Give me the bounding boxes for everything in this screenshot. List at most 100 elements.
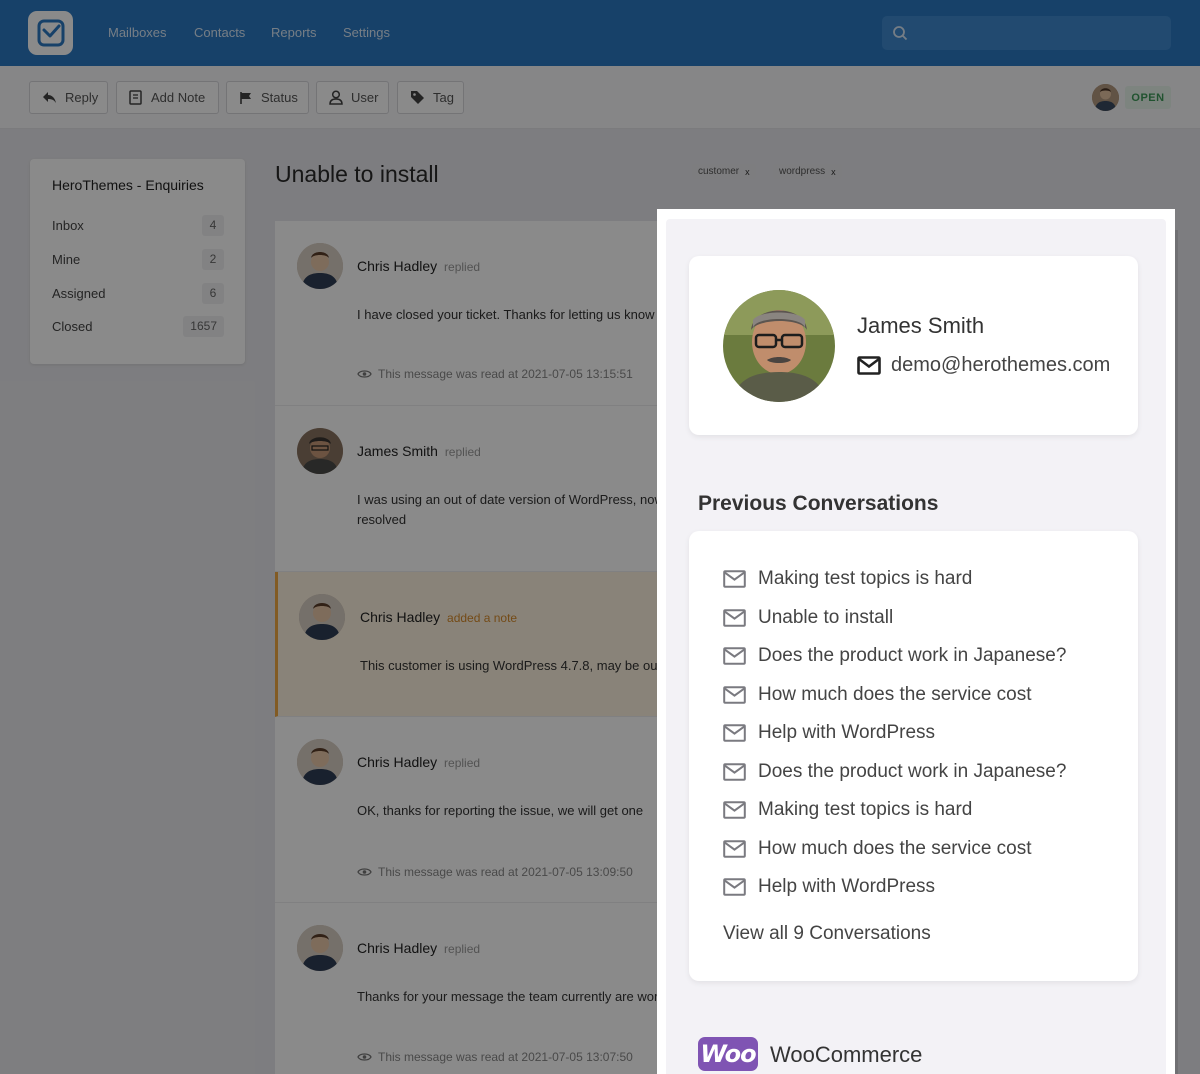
conversation-subject: How much does the service cost — [758, 683, 1032, 705]
sidebar-item-inbox[interactable]: Inbox 4 — [52, 214, 224, 236]
message-author: Chris Hadley added a note — [360, 609, 517, 625]
envelope-icon — [723, 801, 746, 819]
envelope-icon — [723, 647, 746, 665]
user-label: User — [351, 90, 379, 105]
folder-count: 2 — [202, 248, 224, 270]
user-icon — [329, 90, 343, 105]
folder-label: Closed — [52, 318, 93, 334]
author-name: Chris Hadley — [357, 754, 438, 770]
author-name: Chris Hadley — [360, 609, 441, 625]
author-name: Chris Hadley — [357, 940, 438, 956]
body-line: I was using an out of date version of Wo… — [357, 492, 664, 507]
message-action: replied — [444, 942, 481, 956]
folder-count: 1657 — [183, 315, 224, 337]
status-button[interactable]: Status — [226, 81, 309, 114]
customer-card: James Smith demo@herothemes.com — [689, 256, 1138, 435]
mailbox-sidebar: HeroThemes - Enquiries Inbox 4 Mine 2 As… — [30, 159, 245, 364]
nav-settings[interactable]: Settings — [343, 25, 390, 40]
app-logo-icon[interactable] — [28, 11, 73, 55]
nav-reports[interactable]: Reports — [271, 25, 317, 40]
envelope-icon — [723, 762, 746, 781]
reply-button[interactable]: Reply — [29, 81, 108, 114]
eye-icon — [357, 1052, 372, 1062]
previous-conversation-item[interactable]: Does the product work in Japanese? — [723, 761, 1066, 783]
avatar — [299, 594, 345, 640]
conversation-subject: Does the product work in Japanese? — [758, 760, 1067, 782]
envelope-icon — [723, 724, 746, 742]
message-action: replied — [444, 260, 481, 274]
message-body: OK, thanks for reporting the issue, we w… — [357, 803, 644, 818]
customer-sidebar: James Smith demo@herothemes.com Previous… — [666, 219, 1166, 1074]
previous-conversation-item[interactable]: How much does the service cost — [723, 684, 1032, 706]
reply-label: Reply — [65, 90, 99, 105]
conversation-title: Unable to install — [275, 161, 439, 187]
envelope-icon — [857, 356, 881, 375]
previous-conversation-item[interactable]: How much does the service cost — [723, 838, 1032, 860]
envelope-icon — [723, 608, 746, 627]
conversation-subject: Making test topics is hard — [758, 568, 973, 589]
previous-conversation-item[interactable]: Making test topics is hard — [723, 568, 972, 590]
message-thread-item: Chris Hadley replied OK, thanks for repo… — [275, 717, 675, 903]
conversation-subject: Help with WordPress — [758, 876, 936, 897]
message-body: Thanks for your message the team current… — [357, 989, 677, 1004]
status-badge: OPEN — [1125, 86, 1171, 109]
customer-avatar — [723, 290, 835, 402]
avatar — [297, 428, 343, 474]
message-thread-item: Chris Hadley replied I have closed your … — [275, 221, 675, 406]
conversation-subject: How much does the service cost — [758, 837, 1032, 859]
message-body: I was using an out of date version of Wo… — [357, 490, 677, 530]
nav-mailboxes[interactable]: Mailboxes — [108, 25, 167, 40]
read-text: This message was read at 2021-07-05 13:1… — [378, 367, 633, 381]
customer-email[interactable]: demo@herothemes.com — [857, 354, 1110, 377]
message-author: Chris Hadley replied — [357, 940, 480, 956]
note-icon — [129, 90, 143, 105]
remove-tag-icon[interactable]: x — [745, 167, 750, 177]
status-label: Status — [261, 90, 298, 105]
previous-conversations-card: Making test topics is hard Unable to inst… — [689, 531, 1138, 981]
conversation-subject: Unable to install — [758, 606, 894, 628]
tag-button[interactable]: Tag — [397, 81, 464, 114]
woocommerce-title: WooCommerce — [770, 1042, 923, 1067]
previous-conversation-item[interactable]: Help with WordPress — [723, 876, 935, 898]
sidebar-item-mine[interactable]: Mine 2 — [52, 248, 224, 270]
tag-label: customer — [698, 166, 740, 177]
envelope-icon — [723, 878, 746, 896]
search-input[interactable] — [882, 16, 1171, 50]
woocommerce-logo: Woo — [698, 1037, 758, 1071]
envelope-icon — [723, 570, 746, 588]
tag-label: Tag — [433, 90, 454, 105]
avatar — [297, 739, 343, 785]
eye-icon — [357, 867, 372, 877]
eye-icon — [357, 369, 372, 379]
view-all-conversations-link[interactable]: View all 9 Conversations — [723, 923, 931, 945]
sidebar-item-assigned[interactable]: Assigned 6 — [52, 282, 224, 304]
add-note-button[interactable]: Add Note — [116, 81, 219, 114]
customer-name: James Smith — [857, 313, 985, 338]
customer-sidebar-panel: James Smith demo@herothemes.com Previous… — [657, 209, 1175, 1074]
tag-customer[interactable]: customer x — [692, 164, 756, 179]
envelope-icon — [723, 685, 746, 704]
previous-conversation-item[interactable]: Unable to install — [723, 607, 893, 629]
user-button[interactable]: User — [316, 81, 389, 114]
scrollbar[interactable] — [1175, 230, 1178, 1074]
folder-label: Mine — [52, 251, 81, 267]
message-action: added a note — [447, 611, 518, 625]
search-icon — [892, 25, 908, 46]
message-author: Chris Hadley replied — [357, 258, 480, 274]
author-name: James Smith — [357, 443, 438, 459]
previous-conversation-item[interactable]: Making test topics is hard — [723, 799, 972, 821]
nav-contacts[interactable]: Contacts — [194, 25, 245, 40]
read-receipt: This message was read at 2021-07-05 13:0… — [357, 1050, 633, 1064]
avatar — [297, 243, 343, 289]
conversation-subject: Making test topics is hard — [758, 799, 973, 820]
previous-conversation-item[interactable]: Help with WordPress — [723, 722, 935, 744]
previous-conversation-item[interactable]: Does the product work in Japanese? — [723, 645, 1066, 667]
read-receipt: This message was read at 2021-07-05 13:0… — [357, 865, 633, 879]
tag-wordpress[interactable]: wordpress x — [773, 164, 842, 179]
assignee-avatar[interactable] — [1092, 84, 1119, 111]
sidebar-item-closed[interactable]: Closed 1657 — [52, 315, 224, 337]
message-thread-item: Chris Hadley replied Thanks for your mes… — [275, 903, 677, 1074]
message-author: James Smith replied — [357, 443, 481, 459]
folder-count: 6 — [202, 282, 224, 304]
remove-tag-icon[interactable]: x — [831, 167, 836, 177]
